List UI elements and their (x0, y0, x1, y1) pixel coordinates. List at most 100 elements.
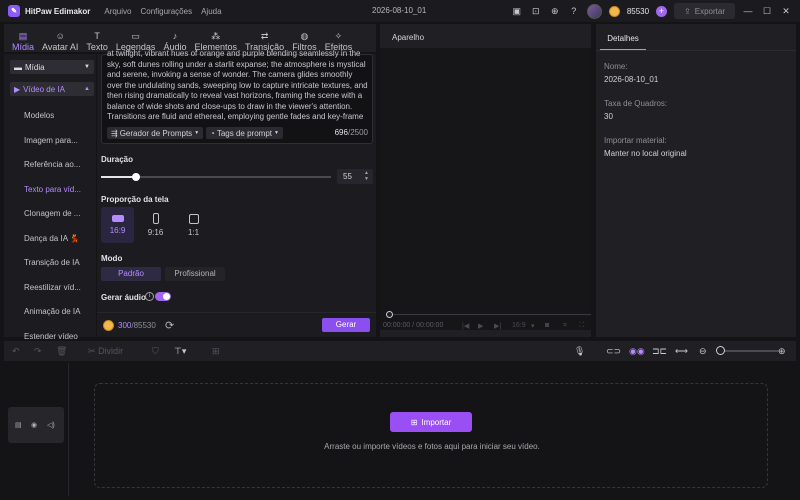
tab-avatar-ai[interactable]: ☺ Avatar AI (38, 26, 82, 52)
sidebar-item-modelos[interactable]: Modelos (24, 104, 94, 129)
detail-framerate-value: 30 (604, 112, 613, 121)
eye-icon[interactable]: ◉ (31, 421, 37, 429)
sidebar-item-danca-ia[interactable]: Dança da IA 💃 (24, 227, 94, 252)
download-icon[interactable]: ⊕ (549, 5, 561, 17)
duration-stepper[interactable]: 55 ▲ ▼ (337, 169, 373, 184)
stepper-arrows-icon[interactable]: ▲ ▼ (364, 170, 369, 182)
aspect-1-1-option[interactable]: 1:1 (177, 207, 210, 243)
sidebar-list: Modelos Imagem para... Referência ao... … (24, 104, 94, 349)
add-credits-button[interactable]: + (656, 5, 668, 17)
sidebar-item-animacao-ia[interactable]: Animação de IA (24, 300, 94, 325)
square-icon (188, 213, 199, 224)
prompt-generator-button[interactable]: ⇶ Gerador de Prompts ▼ (107, 127, 204, 139)
minimize-icon[interactable]: — (742, 5, 754, 17)
fullscreen-icon[interactable]: ⛶ (579, 322, 584, 330)
save-icon[interactable]: ▤ (15, 421, 22, 429)
redo-icon[interactable]: ↷ (34, 344, 42, 358)
import-button[interactable]: ⊞ Importar (390, 412, 472, 432)
snapshot-icon[interactable]: ◙ (545, 322, 549, 329)
delete-icon[interactable]: 🗑 (56, 344, 67, 358)
duration-slider-fill (101, 176, 136, 178)
zoom-in-icon[interactable]: ⊕ (778, 344, 786, 358)
timeline-toolbar: ↶ ↷ 🗑 ✂ Dividir ⛉ ⊤▾ ⊞ 🎙 ⊂⊃ ◉◉ ⊐⊏ ⟷ ⊖ ⊕ (4, 341, 796, 361)
audio-toggle[interactable] (155, 292, 171, 301)
duration-slider[interactable] (101, 173, 331, 181)
close-icon[interactable]: ✕ (780, 5, 792, 17)
export-label: Exportar (694, 6, 725, 16)
aspect-ratio-label: Proporção da tela (101, 195, 169, 204)
chevron-down-icon: ▼ (84, 64, 90, 70)
split-button[interactable]: ✂ Dividir (88, 344, 123, 358)
shield-icon[interactable]: ⛉ (152, 344, 159, 358)
aspect-9-16-option[interactable]: 9:16 (139, 207, 172, 243)
generate-button[interactable]: Gerar (322, 318, 370, 332)
mode-padrao-button[interactable]: Padrão (101, 267, 161, 281)
ai-icon[interactable]: ◉◉ (629, 344, 645, 358)
player-progress-handle[interactable] (386, 311, 393, 318)
panel-footer: 300/85530 ⟳ Gerar (97, 312, 376, 337)
detail-name-label: Nome: (604, 62, 628, 71)
export-button[interactable]: ⇪ Exportar (674, 3, 735, 19)
previous-frame-icon[interactable]: |◀ (462, 322, 469, 330)
sidebar-item-texto-para-video[interactable]: Texto para víd... (24, 178, 94, 203)
tab-detalhes[interactable]: Detalhes (600, 28, 646, 50)
chevron-down-icon: ▼ (273, 130, 279, 136)
undo-icon[interactable]: ↶ (12, 344, 20, 358)
duration-slider-handle[interactable] (131, 173, 140, 181)
prompt-box[interactable]: at twilight, vibrant hues of orange and … (101, 49, 373, 144)
prompt-tags-button[interactable]: ◔ Tags de prompt ▼ (206, 127, 283, 139)
crop-icon[interactable]: ⌗ (563, 322, 567, 330)
drop-hint: Arraste ou importe vídeos e fotos aqui p… (324, 442, 540, 451)
detail-framerate-label: Taxa de Quadros: (604, 99, 668, 108)
play-icon[interactable]: ▶ (478, 322, 483, 330)
layout-icon[interactable]: ▣ (511, 5, 523, 17)
zoom-out-icon[interactable]: ⊖ (699, 344, 707, 358)
detail-import-label: Importar material: (604, 136, 667, 145)
prompt-textarea[interactable]: at twilight, vibrant hues of orange and … (107, 49, 369, 121)
duration-label: Duração (101, 155, 134, 164)
microphone-icon[interactable]: 🎙 (574, 344, 585, 358)
menu-configuracoes[interactable]: Configurações (140, 7, 192, 16)
maximize-icon[interactable]: ☐ (761, 5, 773, 17)
details-divider (596, 50, 796, 51)
player-progress-bar[interactable] (386, 314, 591, 315)
chevron-down-icon[interactable]: ▾ (531, 322, 535, 330)
player-ratio[interactable]: 16:9 (512, 322, 526, 329)
next-frame-icon[interactable]: ▶| (494, 322, 501, 330)
help-icon[interactable]: ? (568, 5, 580, 17)
drop-zone[interactable]: ⊞ Importar Arraste ou importe vídeos e f… (94, 383, 768, 488)
tab-midia[interactable]: ▤ Mídia (8, 26, 38, 52)
fit-icon[interactable]: ⟷ (675, 344, 688, 358)
detail-name-value: 2026-08-10_01 (604, 75, 659, 84)
aspect-16-9-option[interactable]: 16:9 (101, 207, 134, 243)
feedback-icon[interactable]: ⊡ (530, 5, 542, 17)
text-tool-icon[interactable]: ⊤▾ (174, 344, 186, 358)
sidebar-item-transicao-ia[interactable]: Transição de IA (24, 251, 94, 276)
project-name: 2026-08-10_01 (372, 6, 427, 15)
snap-icon[interactable]: ⊐⊏ (652, 344, 667, 358)
sidebar-item-clonagem[interactable]: Clonagem de ... (24, 202, 94, 227)
info-icon[interactable]: i (145, 292, 154, 301)
sidebar-video-ia-dropdown[interactable]: ▶ Vídeo de IA ▲ (10, 82, 94, 96)
insert-icon[interactable]: ⊞ (212, 344, 220, 358)
user-avatar[interactable] (586, 3, 602, 19)
app-logo: ✎ (8, 5, 20, 17)
sidebar-item-referencia[interactable]: Referência ao... (24, 153, 94, 178)
avatar-ai-icon: ☺ (55, 31, 65, 41)
landscape-icon (111, 215, 124, 222)
volume-icon[interactable]: ◁) (47, 421, 55, 429)
text-icon: T (94, 31, 100, 41)
sidebar-media-dropdown[interactable]: ▬ Mídia ▼ (10, 60, 94, 74)
export-icon: ⇪ (684, 6, 691, 16)
menu-arquivo[interactable]: Arquivo (104, 7, 131, 16)
sidebar-item-reestilizar[interactable]: Reestilizar víd... (24, 276, 94, 301)
tool-tabs: ▤ Mídia ☺ Avatar AI T Texto ▭ Legendas ♪ Áudi… (4, 24, 376, 52)
zoom-slider[interactable] (724, 350, 779, 352)
mode-profissional-button[interactable]: Profissional (165, 267, 225, 281)
link-icon[interactable]: ⊂⊃ (606, 344, 621, 358)
menu-ajuda[interactable]: Ajuda (201, 7, 221, 16)
zoom-slider-handle[interactable] (716, 346, 725, 355)
player-panel: Aparelho (380, 24, 591, 337)
sidebar-item-imagem-para-video[interactable]: Imagem para... (24, 129, 94, 154)
refresh-icon[interactable]: ⟳ (165, 319, 174, 332)
